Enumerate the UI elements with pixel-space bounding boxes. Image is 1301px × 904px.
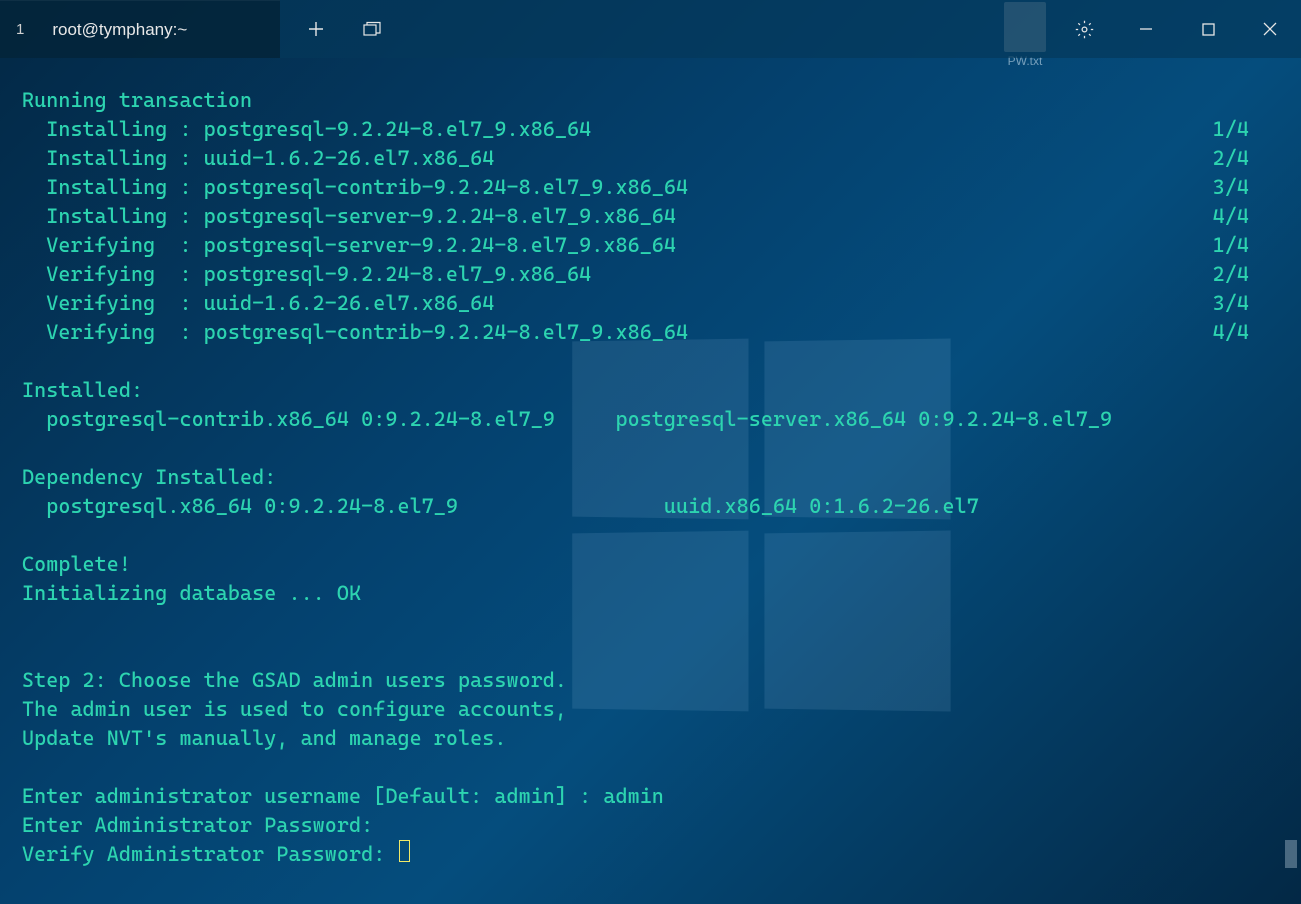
output-line: Verify Administrator Password: [22, 840, 397, 869]
scrollbar-thumb[interactable] [1285, 840, 1297, 868]
output-line: Enter Administrator Password: [22, 811, 373, 840]
titlebar-rest [280, 0, 1301, 58]
install-progress: 1/4 [1213, 115, 1279, 144]
terminal-tab[interactable]: 1 root@tymphany:~ [0, 0, 280, 58]
install-progress: 3/4 [1213, 173, 1279, 202]
install-label: Verifying : postgresql-contrib-9.2.24-8.… [22, 318, 688, 347]
install-row: Installing : postgresql-9.2.24-8.el7_9.x… [22, 115, 1279, 144]
output-line: postgresql-contrib.x86_64 0:9.2.24-8.el7… [22, 405, 1112, 434]
output-line: Enter administrator username [Default: a… [22, 782, 664, 811]
install-label: Installing : uuid-1.6.2-26.el7.x86_64 [22, 144, 494, 173]
install-row: Installing : postgresql-server-9.2.24-8.… [22, 202, 1279, 231]
output-line: Update NVT's manually, and manage roles. [22, 724, 506, 753]
output-line: Initializing database ... OK [22, 579, 361, 608]
install-progress: 3/4 [1213, 289, 1279, 318]
maximize-button[interactable] [1177, 0, 1239, 58]
install-progress: 4/4 [1213, 202, 1279, 231]
output-line: postgresql.x86_64 0:9.2.24-8.el7_9 uuid.… [22, 492, 979, 521]
minimize-icon [1139, 22, 1153, 36]
install-row: Verifying : uuid-1.6.2-26.el7.x86_64 3/4 [22, 289, 1279, 318]
install-row: Verifying : postgresql-9.2.24-8.el7_9.x8… [22, 260, 1279, 289]
install-progress: 1/4 [1213, 231, 1279, 260]
output-line: Running transaction [22, 86, 252, 115]
close-icon [1263, 22, 1277, 36]
install-progress: 2/4 [1213, 260, 1279, 289]
output-line: Installed: [22, 376, 143, 405]
tabs-icon [363, 21, 381, 37]
maximize-icon [1202, 23, 1215, 36]
output-line: Step 2: Choose the GSAD admin users pass… [22, 666, 567, 695]
minimize-button[interactable] [1115, 0, 1177, 58]
install-label: Verifying : postgresql-server-9.2.24-8.e… [22, 231, 676, 260]
install-label: Verifying : postgresql-9.2.24-8.el7_9.x8… [22, 260, 591, 289]
window-controls [1053, 0, 1301, 58]
settings-button[interactable] [1053, 0, 1115, 58]
tab-title: root@tymphany:~ [52, 20, 187, 40]
tab-actions [280, 0, 400, 58]
output-line: Complete! [22, 550, 131, 579]
window-titlebar: 1 root@tymphany:~ [0, 0, 1301, 58]
install-row: Verifying : postgresql-contrib-9.2.24-8.… [22, 318, 1279, 347]
install-label: Installing : postgresql-server-9.2.24-8.… [22, 202, 676, 231]
install-row: Installing : uuid-1.6.2-26.el7.x86_64 2/4 [22, 144, 1279, 173]
plus-icon [308, 21, 324, 37]
terminal-output[interactable]: Running transaction Installing : postgre… [0, 58, 1301, 889]
new-tab-button[interactable] [288, 0, 344, 58]
install-progress: 4/4 [1213, 318, 1279, 347]
terminal-cursor [399, 840, 410, 862]
install-label: Installing : postgresql-contrib-9.2.24-8… [22, 173, 688, 202]
install-row: Verifying : postgresql-server-9.2.24-8.e… [22, 231, 1279, 260]
tab-overview-button[interactable] [344, 0, 400, 58]
gear-icon [1075, 20, 1094, 39]
output-line: Dependency Installed: [22, 463, 276, 492]
close-button[interactable] [1239, 0, 1301, 58]
tab-index: 1 [16, 21, 24, 38]
install-progress: 2/4 [1213, 144, 1279, 173]
install-label: Verifying : uuid-1.6.2-26.el7.x86_64 [22, 289, 494, 318]
output-line: The admin user is used to configure acco… [22, 695, 567, 724]
install-row: Installing : postgresql-contrib-9.2.24-8… [22, 173, 1279, 202]
install-label: Installing : postgresql-9.2.24-8.el7_9.x… [22, 115, 591, 144]
